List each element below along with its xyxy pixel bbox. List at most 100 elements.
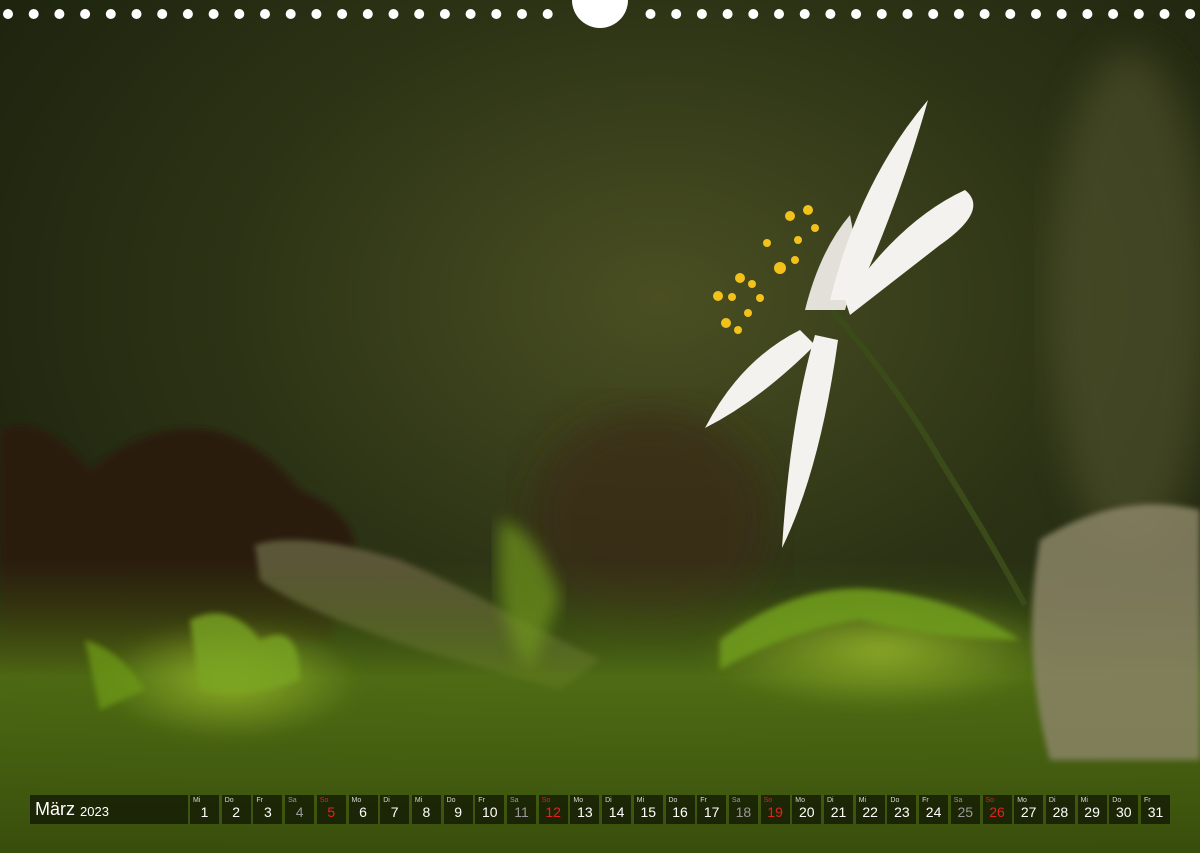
day-number: 13 xyxy=(577,804,593,820)
binding-hole xyxy=(465,9,476,19)
weekday-label: Do xyxy=(890,797,900,804)
binding-hole xyxy=(28,9,39,19)
calendar-day: Mi 15 xyxy=(633,795,663,824)
binding-hole xyxy=(722,9,733,19)
day-number: 9 xyxy=(454,804,462,820)
hanger-notch xyxy=(572,0,628,28)
binding-hole xyxy=(234,9,245,19)
day-number: 17 xyxy=(703,804,720,820)
binding-hole xyxy=(414,9,425,19)
day-number: 5 xyxy=(327,804,336,820)
calendar-day: Do 16 xyxy=(665,795,695,824)
binding-hole xyxy=(928,9,939,19)
day-number: 31 xyxy=(1147,804,1164,820)
year: 2023 xyxy=(80,803,109,819)
binding-hole xyxy=(260,9,270,19)
day-number: 25 xyxy=(957,804,974,820)
day-number: 18 xyxy=(735,804,752,820)
weekday-label: So xyxy=(985,797,995,804)
weekday-label: Sa xyxy=(731,797,741,804)
weekday-label: Sa xyxy=(510,797,519,804)
binding-hole xyxy=(491,9,502,19)
weekday-label: Mi xyxy=(636,797,645,804)
binding-hole xyxy=(1108,9,1119,19)
weekday-label: Mi xyxy=(193,797,201,804)
weekday-label: Sa xyxy=(288,797,297,804)
binding-hole xyxy=(799,9,810,19)
day-number: 11 xyxy=(514,804,529,820)
binding-hole xyxy=(645,9,656,19)
binding-hole xyxy=(774,9,784,19)
binding-hole xyxy=(3,9,13,19)
binding-hole xyxy=(851,9,862,19)
month-label: März 2023 xyxy=(30,795,188,824)
calendar-day: Sa 25 xyxy=(950,795,980,824)
binding-hole xyxy=(311,9,322,19)
binding-hole xyxy=(876,9,887,19)
day-number: 3 xyxy=(263,804,272,820)
day-number: 10 xyxy=(482,804,498,820)
binding-hole xyxy=(825,9,836,19)
binding-hole xyxy=(388,9,399,19)
day-number: 30 xyxy=(1116,804,1132,820)
calendar-photo xyxy=(0,0,1200,853)
day-number: 28 xyxy=(1052,804,1069,820)
calendar-day: So 12 xyxy=(538,795,568,824)
calendar-day: Do 9 xyxy=(443,795,473,824)
calendar-day: Do 30 xyxy=(1109,795,1139,824)
day-number: 23 xyxy=(894,804,910,820)
binding-hole xyxy=(157,9,168,19)
calendar-day: So 26 xyxy=(982,795,1012,824)
calendar-day: Fr 24 xyxy=(919,795,949,824)
calendar-day: Fr 31 xyxy=(1141,795,1170,824)
day-number: 26 xyxy=(989,804,1005,820)
day-number: 1 xyxy=(200,804,209,820)
binding-hole xyxy=(517,9,527,19)
weekday-label: Do xyxy=(446,797,456,804)
calendar-day: Sa 18 xyxy=(728,795,758,824)
weekday-label: Mo xyxy=(795,797,806,804)
weekday-label: Do xyxy=(668,797,678,804)
binding-hole xyxy=(979,9,990,19)
calendar-day: Sa 11 xyxy=(507,795,536,824)
calendar-day: Mo 27 xyxy=(1014,795,1044,824)
month-name: März xyxy=(35,799,75,819)
binding-hole xyxy=(1031,9,1041,19)
day-number: 19 xyxy=(767,804,783,820)
day-number: 4 xyxy=(295,804,304,820)
binding-hole xyxy=(337,9,348,19)
weekday-label: Fr xyxy=(700,797,707,804)
day-number: 15 xyxy=(640,804,657,820)
calendar-day: So 19 xyxy=(760,795,790,824)
weekday-label: Fr xyxy=(922,797,929,804)
day-number: 21 xyxy=(830,804,847,820)
weekday-label: Fr xyxy=(1144,797,1151,804)
calendar-day: Do 23 xyxy=(887,795,917,824)
binding-hole xyxy=(1056,9,1067,19)
day-number: 14 xyxy=(608,804,625,820)
day-number: 6 xyxy=(359,804,367,820)
calendar-strip: März 2023 Mi 1 Do 2 Fr 3 Sa 4 So 5 Mo 6 Di 7 Mi 8 Do 9 Fr 1… xyxy=(30,795,1172,825)
calendar-day: Di 7 xyxy=(380,795,410,824)
day-number: 24 xyxy=(925,804,942,820)
weekday-label: Di xyxy=(1048,797,1056,804)
binding-hole xyxy=(54,9,65,19)
weekday-label: Do xyxy=(1112,797,1122,804)
binding-hole xyxy=(285,9,296,19)
binding-hole xyxy=(1185,9,1196,19)
calendar-day: Di 14 xyxy=(602,795,632,824)
weekday-label: Sa xyxy=(953,797,963,804)
calendar-day: Mo 13 xyxy=(570,795,600,824)
weekday-label: So xyxy=(319,797,329,804)
calendar-day: Mi 29 xyxy=(1077,795,1107,824)
binding-hole xyxy=(542,9,553,19)
calendar-day: Di 28 xyxy=(1045,795,1075,824)
calendar-day: Do 2 xyxy=(221,795,251,824)
binding-hole xyxy=(439,9,450,19)
day-number: 27 xyxy=(1020,804,1037,820)
day-number: 20 xyxy=(799,804,815,820)
day-number: 7 xyxy=(390,804,399,820)
day-number: 12 xyxy=(545,804,561,820)
day-number: 22 xyxy=(862,804,878,820)
weekday-label: Mo xyxy=(1017,797,1027,804)
